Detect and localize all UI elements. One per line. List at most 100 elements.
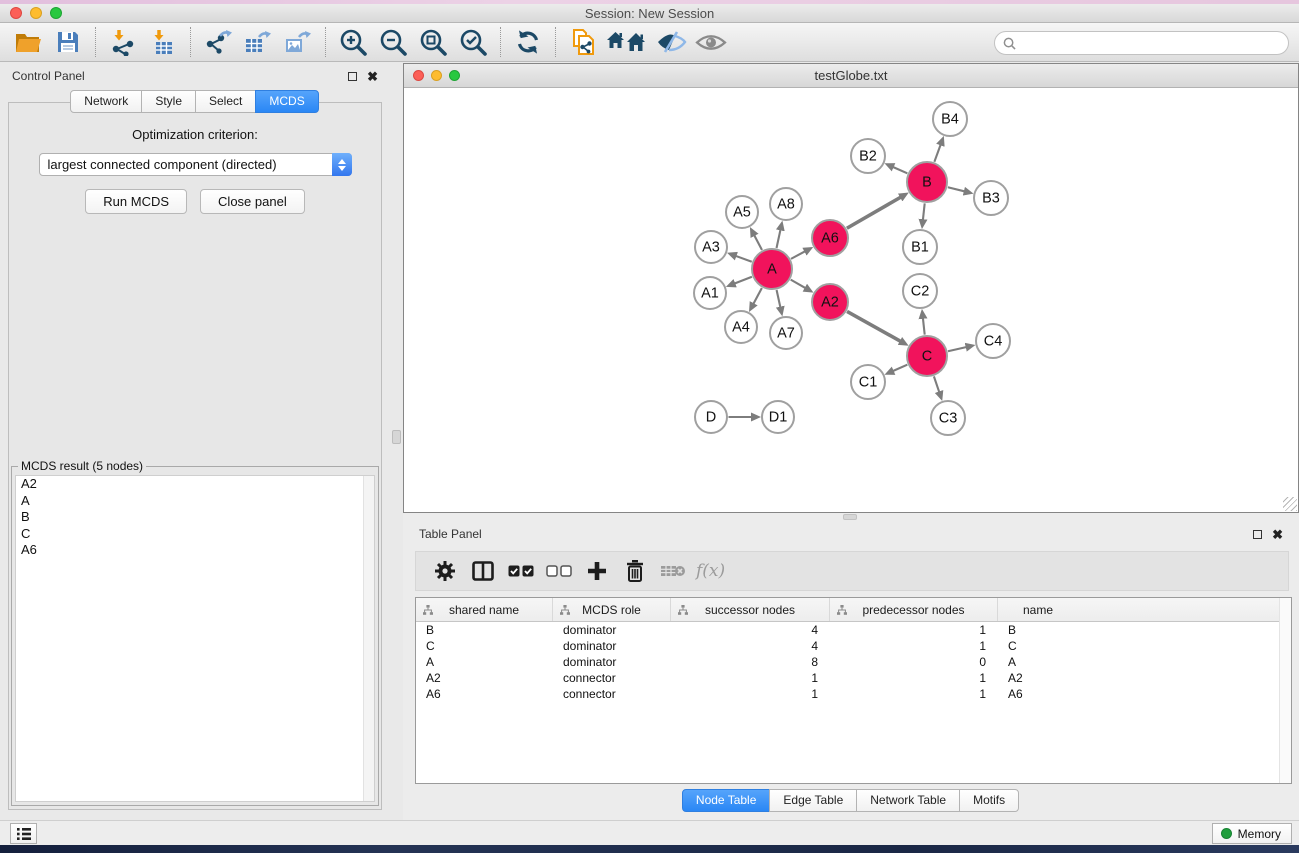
network-window-titlebar[interactable]: testGlobe.txt (404, 64, 1298, 88)
graph-node-B2[interactable]: B2 (851, 139, 885, 173)
column-header-predecessor-nodes[interactable]: predecessor nodes (830, 598, 998, 621)
node-table[interactable]: shared nameMCDS rolesuccessor nodesprede… (415, 597, 1292, 784)
graph-node-D[interactable]: D (695, 401, 727, 433)
graph-edge-A-A5[interactable] (754, 235, 762, 250)
mcds-result-item[interactable]: A (16, 493, 374, 510)
export-image-button[interactable] (278, 25, 318, 59)
task-history-button[interactable] (10, 823, 37, 844)
graph-edge-B-B3[interactable] (948, 187, 965, 191)
export-network-button[interactable] (198, 25, 238, 59)
tab-style[interactable]: Style (141, 90, 196, 113)
network-graph[interactable]: B4B2BB3A5A8A6A3B1AC2A1A2A4A7C4CC1DD1C3 (404, 88, 1298, 512)
memory-button[interactable]: Memory (1212, 823, 1292, 844)
graph-edge-C-C1[interactable] (893, 365, 908, 371)
graph-node-A[interactable]: A (752, 249, 792, 289)
dropdown-stepper-icon[interactable] (332, 153, 352, 176)
graph-edge-A-A3[interactable] (735, 256, 751, 262)
table-scrollbar[interactable] (1279, 598, 1291, 783)
graph-node-A5[interactable]: A5 (726, 196, 758, 228)
graph-node-C1[interactable]: C1 (851, 365, 885, 399)
zoom-out-button[interactable] (373, 25, 413, 59)
mcds-result-item[interactable]: A6 (16, 542, 374, 559)
zoom-in-button[interactable] (333, 25, 373, 59)
add-column-button[interactable] (578, 554, 616, 588)
graph-node-B[interactable]: B (907, 162, 947, 202)
close-panel-icon[interactable]: ✖ (367, 72, 378, 81)
graph-edge-B-B4[interactable] (934, 144, 940, 161)
search-input[interactable] (1020, 36, 1288, 50)
graph-edge-A6-B[interactable] (847, 197, 901, 228)
graph-node-C[interactable]: C (907, 336, 947, 376)
delete-column-button[interactable] (616, 554, 654, 588)
graph-node-B1[interactable]: B1 (903, 230, 937, 264)
graph-edge-B-B2[interactable] (893, 167, 908, 173)
table-row[interactable]: Cdominator41C (416, 638, 1291, 654)
optimization-criterion-select[interactable]: largest connected component (directed) (39, 153, 352, 176)
save-session-button[interactable] (48, 25, 88, 59)
float-panel-icon[interactable] (1253, 530, 1262, 539)
graph-edge-B-B1[interactable] (923, 203, 925, 220)
open-session-button[interactable] (8, 25, 48, 59)
import-network-button[interactable] (103, 25, 143, 59)
duplicate-network-button[interactable] (563, 25, 603, 59)
graph-node-A3[interactable]: A3 (695, 231, 727, 263)
horizontal-split-divider[interactable] (403, 513, 1299, 521)
graph-edge-A-A6[interactable] (791, 251, 805, 259)
deselect-all-columns-button[interactable] (540, 554, 578, 588)
close-panel-button[interactable]: Close panel (200, 189, 305, 214)
vertical-split-divider[interactable] (390, 62, 403, 820)
table-tab-motifs[interactable]: Motifs (959, 789, 1019, 812)
graph-node-A4[interactable]: A4 (725, 311, 757, 343)
close-panel-icon[interactable]: ✖ (1272, 530, 1283, 539)
graph-edge-A-A2[interactable] (791, 280, 806, 289)
graph-node-A6[interactable]: A6 (812, 220, 848, 256)
tab-mcds[interactable]: MCDS (255, 90, 318, 113)
divider-handle[interactable] (843, 514, 857, 520)
column-header-successor-nodes[interactable]: successor nodes (671, 598, 830, 621)
import-table-button[interactable] (143, 25, 183, 59)
main-titlebar[interactable]: Session: New Session (0, 4, 1299, 23)
zoom-selected-button[interactable] (453, 25, 493, 59)
graph-node-A7[interactable]: A7 (770, 317, 802, 349)
graph-node-A8[interactable]: A8 (770, 188, 802, 220)
select-all-columns-button[interactable] (502, 554, 540, 588)
table-row[interactable]: Bdominator41B (416, 622, 1291, 638)
mcds-result-list[interactable]: A2ABCA6 (15, 475, 375, 802)
tab-select[interactable]: Select (195, 90, 256, 113)
graph-node-B3[interactable]: B3 (974, 181, 1008, 215)
table-tab-node-table[interactable]: Node Table (682, 789, 771, 812)
table-row[interactable]: Adominator80A (416, 654, 1291, 670)
run-mcds-button[interactable]: Run MCDS (85, 189, 187, 214)
table-row[interactable]: A6connector11A6 (416, 686, 1291, 702)
graph-node-D1[interactable]: D1 (762, 401, 794, 433)
export-table-button[interactable] (238, 25, 278, 59)
table-row[interactable]: A2connector11A2 (416, 670, 1291, 686)
graph-edge-C-C4[interactable] (948, 347, 967, 351)
delete-table-button[interactable] (654, 554, 692, 588)
graph-edge-C-C2[interactable] (923, 318, 925, 335)
function-builder-button[interactable]: f(x) (696, 561, 725, 581)
graph-edge-A-A7[interactable] (777, 290, 781, 308)
list-scrollbar[interactable] (363, 476, 374, 801)
float-panel-icon[interactable] (348, 72, 357, 81)
toggle-graphics-details-button[interactable] (651, 25, 691, 59)
show-hide-details-button[interactable] (691, 25, 731, 59)
graph-node-C4[interactable]: C4 (976, 324, 1010, 358)
tab-network[interactable]: Network (70, 90, 142, 113)
refresh-view-button[interactable] (508, 25, 548, 59)
graph-edge-A-A8[interactable] (777, 229, 781, 248)
graph-node-B4[interactable]: B4 (933, 102, 967, 136)
graph-edge-C-C3[interactable] (934, 376, 939, 392)
mcds-result-item[interactable]: B (16, 509, 374, 526)
graph-node-C3[interactable]: C3 (931, 401, 965, 435)
zoom-fit-button[interactable] (413, 25, 453, 59)
graph-edge-A2-C[interactable] (847, 311, 901, 341)
column-header-name[interactable]: name (998, 598, 1078, 621)
search-field[interactable] (994, 31, 1289, 55)
divider-handle[interactable] (392, 430, 401, 444)
mcds-result-item[interactable]: A2 (16, 476, 374, 493)
resize-grip-icon[interactable] (1283, 497, 1297, 511)
mcds-result-item[interactable]: C (16, 526, 374, 543)
graph-node-A1[interactable]: A1 (694, 277, 726, 309)
column-header-mcds-role[interactable]: MCDS role (553, 598, 671, 621)
